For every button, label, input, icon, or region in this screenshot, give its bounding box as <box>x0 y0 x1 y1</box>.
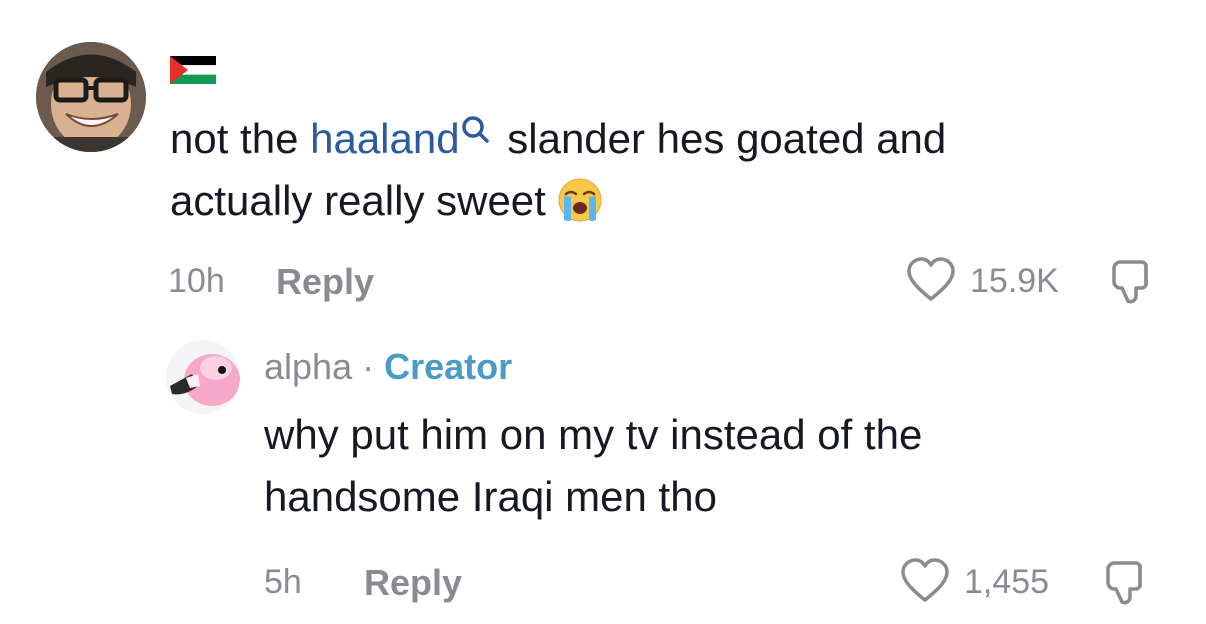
reply-text: why put him on my tv instead of the hand… <box>264 404 1124 528</box>
comment-text-part: slander hes goated and <box>495 115 947 162</box>
like-count: 1,455 <box>964 563 1050 601</box>
mention-link[interactable]: haaland <box>310 115 459 162</box>
avatar-image <box>36 42 146 152</box>
creator-avatar[interactable] <box>166 340 240 414</box>
reply-button[interactable]: Reply <box>364 562 462 604</box>
reply-button[interactable]: Reply <box>276 261 374 303</box>
like-count: 15.9K <box>970 262 1059 300</box>
flamingo-avatar-image <box>166 340 240 414</box>
comment-author-line: alpha · Creator <box>264 346 512 388</box>
palestine-flag-icon <box>170 56 216 84</box>
heart-icon[interactable] <box>906 257 956 303</box>
heart-icon[interactable] <box>900 558 950 604</box>
comment-text-part: actually really sweet <box>170 177 546 224</box>
dislike-icon[interactable] <box>1100 557 1150 607</box>
search-icon[interactable] <box>460 114 490 148</box>
comment-author[interactable]: alpha <box>264 346 352 387</box>
comment-time: 10h <box>168 262 225 300</box>
reply-text-line: why put him on my tv instead of the <box>264 411 923 458</box>
comment-text: not the haaland slander hes goated and a… <box>170 108 1070 232</box>
comment-time: 5h <box>264 563 302 601</box>
user-avatar[interactable] <box>36 42 146 152</box>
reply-text-line: handsome Iraqi men tho <box>264 473 717 520</box>
loudly-crying-face-icon <box>558 178 602 222</box>
dislike-icon[interactable] <box>1106 256 1156 306</box>
creator-badge: Creator <box>384 346 513 387</box>
separator-dot: · <box>352 346 385 387</box>
comment-text-part: not the <box>170 115 311 162</box>
